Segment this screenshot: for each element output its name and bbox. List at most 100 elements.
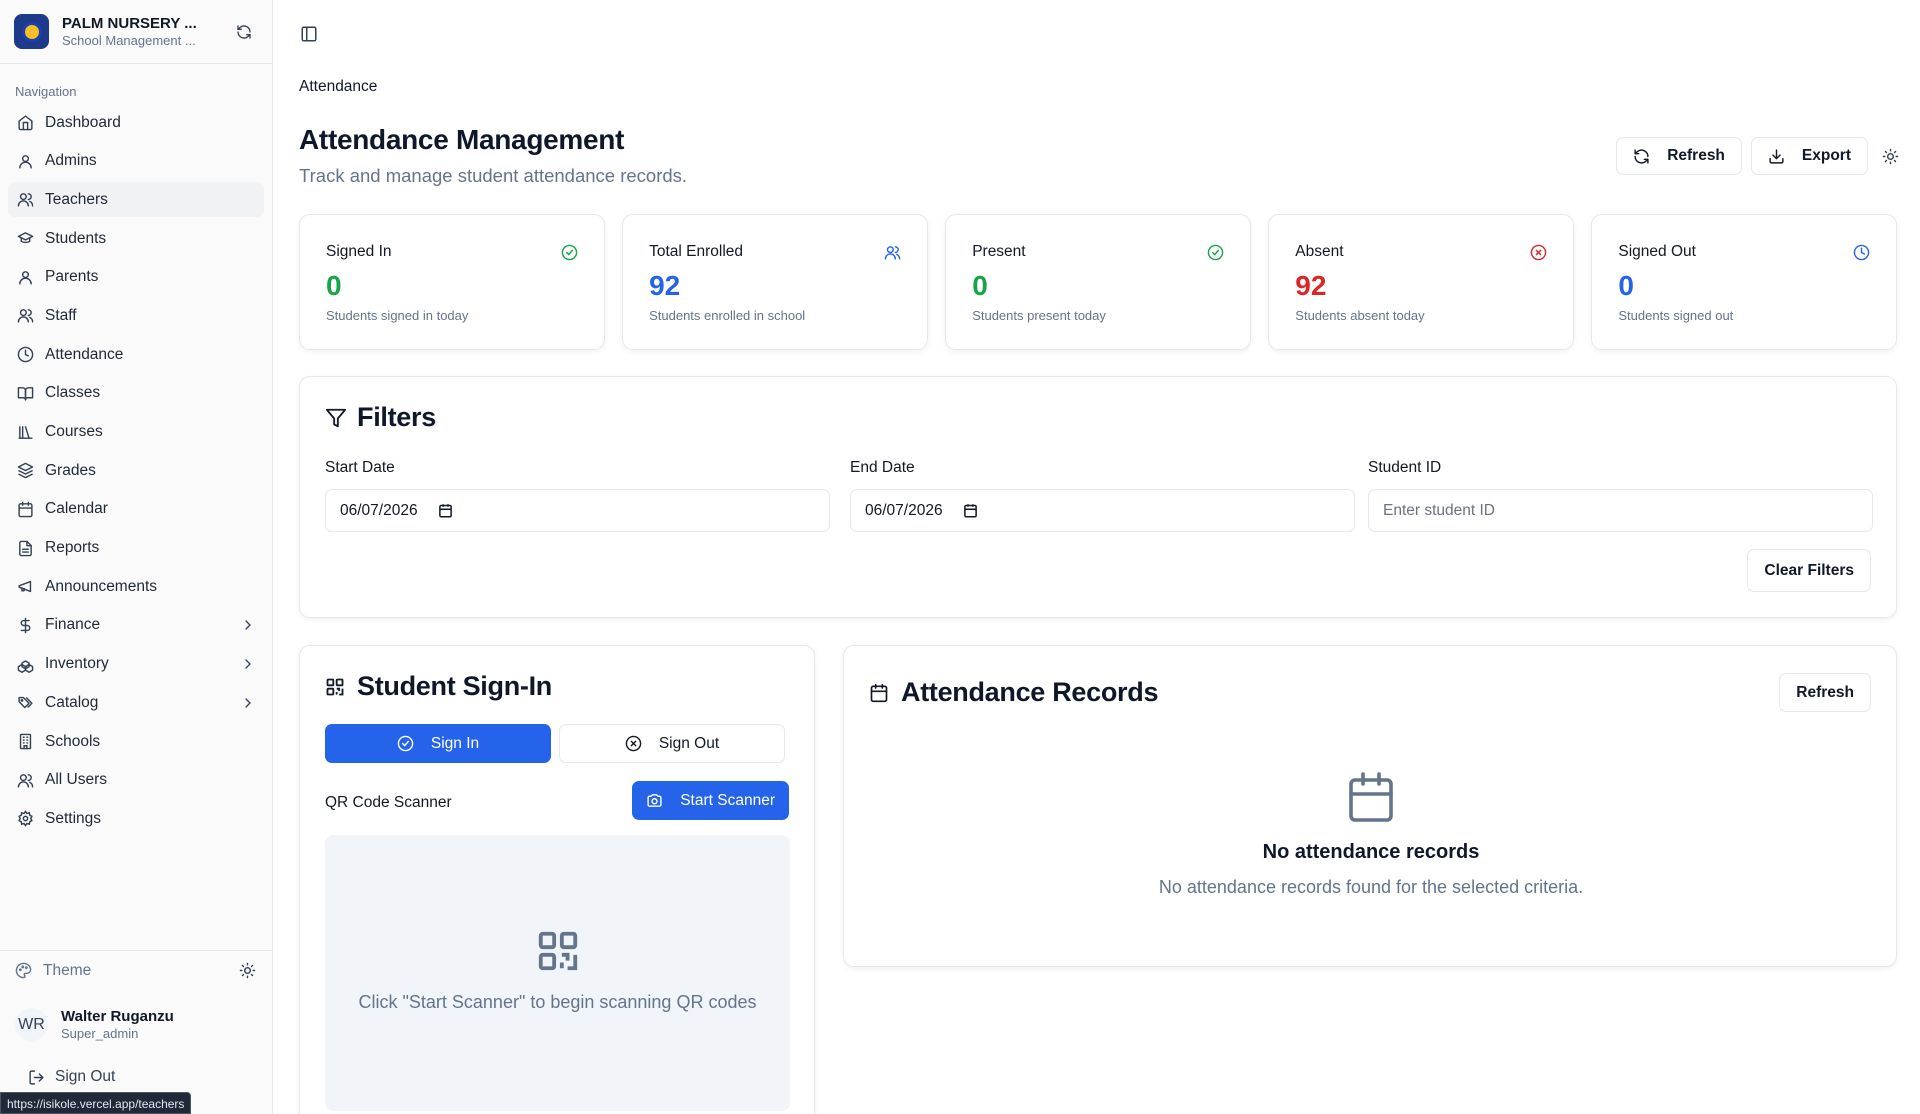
stats-row: Signed In 0 Students signed in today Tot… xyxy=(299,214,1897,350)
sidebar-item-label: Announcements xyxy=(45,577,158,595)
user-profile[interactable]: WR Walter Ruganzu Super_admin xyxy=(15,1008,174,1041)
sign-out-mode-button[interactable]: Sign Out xyxy=(559,724,785,763)
file-text-icon xyxy=(16,539,34,557)
page-title: Attendance Management xyxy=(299,124,625,155)
calendar-icon[interactable] xyxy=(438,503,454,519)
sidebar-item-label: Finance xyxy=(45,616,101,634)
sun-icon[interactable] xyxy=(239,962,257,980)
school-name: PALM NURSERY ... xyxy=(62,15,197,32)
theme-toggle-row[interactable]: Theme xyxy=(0,950,272,990)
users-icon xyxy=(16,191,34,209)
sun-icon[interactable] xyxy=(1882,146,1902,166)
sidebar-sign-out-button[interactable]: Sign Out xyxy=(28,1068,115,1086)
sidebar-item-catalog[interactable]: Catalog xyxy=(8,685,264,720)
school-logo xyxy=(14,14,49,49)
library-icon xyxy=(16,423,34,441)
start-date-input[interactable]: 06/07/2026 xyxy=(325,489,830,532)
records-refresh-button[interactable]: Refresh xyxy=(1779,673,1871,712)
sidebar-item-admins[interactable]: Admins xyxy=(8,144,264,179)
filters-card: Filters Start Date 06/07/2026 End Date 0… xyxy=(299,376,1897,618)
start-scanner-label: Start Scanner xyxy=(680,791,775,809)
school-subtitle: School Management ... xyxy=(62,33,196,48)
check-circle-icon xyxy=(1207,243,1225,261)
stat-value: 0 xyxy=(1618,270,1634,301)
nav-list: Dashboard Admins Teachers Students Paren… xyxy=(0,105,272,836)
sidebar-toggle-icon[interactable] xyxy=(300,24,320,44)
user-role: Super_admin xyxy=(61,1026,139,1041)
stat-title: Absent xyxy=(1295,243,1344,260)
sidebar-item-teachers[interactable]: Teachers xyxy=(8,182,264,218)
book-open-icon xyxy=(16,384,34,402)
stat-value: 92 xyxy=(649,270,681,301)
brand-header: PALM NURSERY ... School Management ... xyxy=(0,0,272,64)
log-out-icon xyxy=(28,1068,46,1086)
sidebar-item-label: All Users xyxy=(45,771,108,789)
users-icon xyxy=(884,243,902,261)
x-circle-icon xyxy=(625,735,643,753)
stat-title: Total Enrolled xyxy=(649,243,744,260)
tags-icon xyxy=(16,694,34,712)
clear-filters-button[interactable]: Clear Filters xyxy=(1747,549,1871,592)
end-date-input[interactable]: 06/07/2026 xyxy=(850,489,1355,532)
sidebar-item-students[interactable]: Students xyxy=(8,221,264,256)
sidebar-item-settings[interactable]: Settings xyxy=(8,801,264,836)
start-scanner-button[interactable]: Start Scanner xyxy=(632,781,789,820)
clock-icon xyxy=(16,346,34,364)
sidebar-item-classes[interactable]: Classes xyxy=(8,376,264,411)
nav-section-title: Navigation xyxy=(15,84,77,99)
sidebar-item-label: Reports xyxy=(45,539,100,557)
end-date-field: End Date 06/07/2026 xyxy=(850,459,1355,532)
sidebar-item-staff[interactable]: Staff xyxy=(8,298,264,333)
sidebar-item-reports[interactable]: Reports xyxy=(8,531,264,566)
sidebar-item-label: Schools xyxy=(45,732,101,750)
main-content: Attendance Attendance Management Track a… xyxy=(274,0,1920,1114)
student-id-input[interactable]: Enter student ID xyxy=(1368,489,1873,532)
filters-title: Filters xyxy=(357,402,436,432)
sidebar-item-label: Settings xyxy=(45,809,102,827)
sidebar-item-label: Catalog xyxy=(45,693,99,711)
sidebar-item-label: Teachers xyxy=(45,190,108,208)
download-icon xyxy=(1768,147,1786,165)
student-id-label: Student ID xyxy=(1368,459,1442,476)
user-name: Walter Ruganzu xyxy=(61,1008,174,1025)
chevron-right-icon xyxy=(240,617,256,633)
chevron-right-icon xyxy=(240,656,256,672)
sign-out-label: Sign Out xyxy=(658,734,720,752)
sign-in-mode-button[interactable]: Sign In xyxy=(325,724,551,763)
calendar-icon[interactable] xyxy=(963,503,979,519)
calendar-icon xyxy=(869,682,891,704)
refresh-icon[interactable] xyxy=(230,18,258,46)
refresh-button[interactable]: Refresh xyxy=(1616,137,1742,175)
export-button[interactable]: Export xyxy=(1750,137,1868,175)
sidebar-item-finance[interactable]: Finance xyxy=(8,608,264,643)
sidebar-item-all-users[interactable]: All Users xyxy=(8,763,264,798)
chevron-right-icon xyxy=(240,695,256,711)
empty-subtitle: No attendance records found for the sele… xyxy=(1158,877,1584,897)
sidebar-item-announcements[interactable]: Announcements xyxy=(8,569,264,604)
sidebar: PALM NURSERY ... School Management ... N… xyxy=(0,0,273,1114)
megaphone-icon xyxy=(16,578,34,596)
sidebar-item-schools[interactable]: Schools xyxy=(8,724,264,759)
refresh-label: Refresh xyxy=(1667,147,1725,164)
sidebar-item-inventory[interactable]: Inventory xyxy=(8,647,264,682)
sidebar-item-attendance[interactable]: Attendance xyxy=(8,337,264,372)
page-subtitle: Track and manage student attendance reco… xyxy=(299,165,688,186)
stat-note: Students signed out xyxy=(1618,308,1734,323)
attendance-records-card: Attendance Records Refresh No attendance… xyxy=(843,645,1897,967)
sidebar-item-calendar[interactable]: Calendar xyxy=(8,492,264,527)
stat-note: Students signed in today xyxy=(326,308,469,323)
status-url-tooltip: https://isikole.vercel.app/teachers xyxy=(0,1092,192,1114)
sidebar-item-courses[interactable]: Courses xyxy=(8,415,264,450)
records-title: Attendance Records xyxy=(901,677,1159,707)
sidebar-item-grades[interactable]: Grades xyxy=(8,453,264,488)
sidebar-item-parents[interactable]: Parents xyxy=(8,260,264,295)
stat-title: Present xyxy=(972,243,1026,260)
stat-value: 0 xyxy=(326,270,342,301)
x-circle-icon xyxy=(1530,243,1548,261)
stat-title: Signed Out xyxy=(1618,243,1696,260)
filters-heading: Filters xyxy=(325,402,436,433)
sign-in-heading: Student Sign-In xyxy=(325,671,552,702)
sidebar-item-dashboard[interactable]: Dashboard xyxy=(8,105,264,140)
header-actions: Refresh Export xyxy=(1616,137,1920,175)
student-id-field: Student ID Enter student ID xyxy=(1368,459,1873,532)
